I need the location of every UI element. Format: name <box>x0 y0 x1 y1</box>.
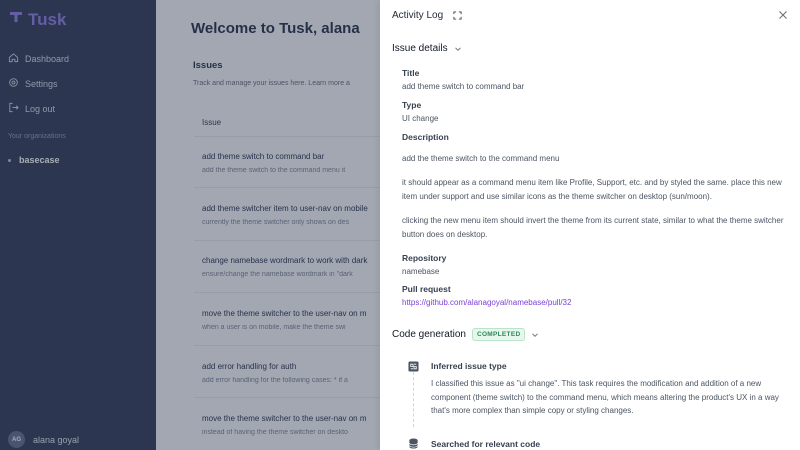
panel-title: Activity Log <box>392 10 444 21</box>
repository-value: namebase <box>402 267 440 276</box>
pull-request-label: Pull request <box>402 284 451 294</box>
expand-icon[interactable] <box>453 11 462 20</box>
description-paragraph: it should appear as a command menu item … <box>402 178 782 201</box>
close-icon[interactable] <box>777 9 789 21</box>
section-heading: Issue details <box>392 43 448 54</box>
step-title: Searched for relevant code <box>431 439 541 449</box>
description-paragraph: clicking the new menu item should invert… <box>402 216 784 239</box>
step-title: Inferred issue type <box>431 361 507 371</box>
type-label: Type <box>402 100 422 110</box>
type-value: UI change <box>402 114 439 123</box>
activity-log-panel: Activity Log Issue details Title add the… <box>380 0 800 450</box>
gitlab-icon <box>407 360 419 372</box>
database-icon <box>407 437 419 449</box>
chevron-down-icon <box>531 331 539 339</box>
status-badge: COMPLETED <box>471 328 526 341</box>
chevron-down-icon <box>454 45 462 53</box>
timeline-line <box>413 367 415 427</box>
panel-header: Activity Log <box>392 10 462 21</box>
pull-request-link[interactable]: https://github.com/alanagoyal/namebase/p… <box>402 298 571 307</box>
code-generation-toggle[interactable]: Code generation COMPLETED <box>392 328 539 341</box>
title-value: add theme switch to command bar <box>402 82 525 91</box>
section-heading: Code generation <box>392 329 466 340</box>
step-text: I classified this issue as "ui change". … <box>431 379 779 415</box>
title-label: Title <box>402 68 420 78</box>
modal-backdrop[interactable] <box>0 0 380 450</box>
repository-label: Repository <box>402 253 447 263</box>
issue-details-toggle[interactable]: Issue details <box>392 43 462 54</box>
description-paragraph: add the theme switch to the command menu <box>402 154 560 163</box>
description-label: Description <box>402 132 449 142</box>
